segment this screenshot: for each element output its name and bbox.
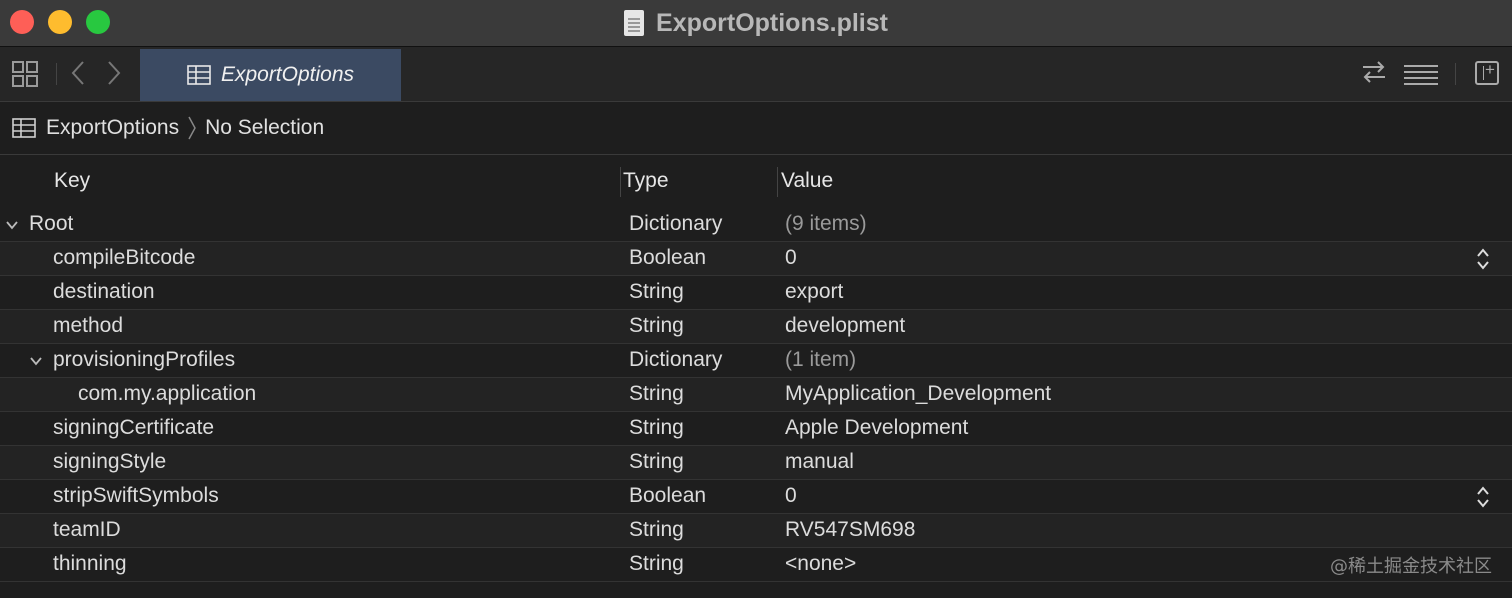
cell-key[interactable]: signingStyle	[53, 450, 166, 474]
cell-type[interactable]: Dictionary	[629, 212, 722, 236]
jump-bar: ExportOptions No Selection	[0, 102, 1512, 155]
table-header: Key Type Value	[0, 155, 1512, 209]
table-row[interactable]: provisioningProfiles Dictionary (1 item)	[0, 344, 1512, 378]
cell-value[interactable]: RV547SM698	[785, 518, 915, 542]
cell-type[interactable]: String	[629, 280, 684, 304]
cell-key[interactable]: destination	[53, 280, 155, 304]
column-divider[interactable]	[620, 167, 621, 197]
cell-key[interactable]: com.my.application	[78, 382, 256, 406]
up-down-stepper-icon[interactable]	[1476, 247, 1490, 271]
cell-type[interactable]: String	[629, 552, 684, 576]
add-editor-icon[interactable]	[1475, 60, 1499, 85]
cell-type[interactable]: Dictionary	[629, 348, 722, 372]
cell-value[interactable]: development	[785, 314, 905, 338]
table-row[interactable]: signingStyle String manual	[0, 446, 1512, 480]
window-title-group: ExportOptions.plist	[0, 0, 1512, 46]
chevron-left-icon[interactable]	[70, 59, 86, 87]
cell-type[interactable]: String	[629, 382, 684, 406]
cell-value[interactable]: manual	[785, 450, 854, 474]
cell-type[interactable]: String	[629, 518, 684, 542]
cell-key[interactable]: signingCertificate	[53, 416, 214, 440]
cell-value[interactable]: (1 item)	[785, 348, 856, 372]
watermark: @稀土掘金技术社区	[1330, 556, 1492, 577]
cell-type[interactable]: String	[629, 416, 684, 440]
cell-type[interactable]: String	[629, 314, 684, 338]
chevron-right-icon	[188, 116, 196, 140]
cell-value[interactable]: MyApplication_Development	[785, 382, 1051, 406]
title-bar: ExportOptions.plist	[0, 0, 1512, 47]
toolbar-divider	[56, 63, 57, 85]
cell-value[interactable]: (9 items)	[785, 212, 867, 236]
table-row[interactable]: stripSwiftSymbols Boolean 0	[0, 480, 1512, 514]
editor-tab-bar: ExportOptions	[0, 47, 1512, 102]
table-row[interactable]: method String development	[0, 310, 1512, 344]
plist-rows: Root Dictionary (9 items) compileBitcode Boo…	[0, 208, 1512, 582]
cell-type[interactable]: Boolean	[629, 246, 706, 270]
cell-value[interactable]: Apple Development	[785, 416, 968, 440]
swap-arrows-icon[interactable]	[1361, 59, 1387, 85]
cell-value[interactable]: <none>	[785, 552, 856, 576]
toolbar-divider	[1455, 63, 1456, 85]
column-header-key[interactable]: Key	[54, 169, 90, 193]
table-row[interactable]: Root Dictionary (9 items)	[0, 208, 1512, 242]
table-row[interactable]: signingCertificate String Apple Developmen…	[0, 412, 1512, 446]
cell-type[interactable]: Boolean	[629, 484, 706, 508]
plist-table-icon	[12, 118, 36, 138]
cell-key[interactable]: compileBitcode	[53, 246, 195, 270]
cell-key[interactable]: provisioningProfiles	[53, 348, 235, 372]
cell-key[interactable]: thinning	[53, 552, 127, 576]
cell-value[interactable]: 0	[785, 246, 797, 270]
document-icon	[624, 10, 645, 36]
cell-key[interactable]: Root	[29, 212, 73, 236]
lines-icon[interactable]	[1404, 64, 1438, 86]
tab-label: ExportOptions	[220, 63, 355, 86]
tab-export-options[interactable]: ExportOptions	[140, 49, 401, 101]
table-row[interactable]: compileBitcode Boolean 0	[0, 242, 1512, 276]
disclosure-chevron-down-icon[interactable]	[5, 218, 19, 232]
disclosure-chevron-down-icon[interactable]	[29, 354, 43, 368]
grid-icon[interactable]	[12, 61, 38, 87]
cell-key[interactable]: method	[53, 314, 123, 338]
column-header-type[interactable]: Type	[623, 169, 669, 193]
table-row[interactable]: destination String export	[0, 276, 1512, 310]
cell-value[interactable]: 0	[785, 484, 797, 508]
cell-key[interactable]: teamID	[53, 518, 121, 542]
window-title: ExportOptions.plist	[656, 8, 888, 37]
cell-type[interactable]: String	[629, 450, 684, 474]
table-row[interactable]: teamID String RV547SM698	[0, 514, 1512, 548]
jumpbar-selection[interactable]: No Selection	[205, 116, 324, 140]
column-divider[interactable]	[777, 167, 778, 197]
up-down-stepper-icon[interactable]	[1476, 485, 1490, 509]
toolbar-right-group	[1312, 47, 1512, 101]
jumpbar-file[interactable]: ExportOptions	[46, 116, 179, 140]
cell-key[interactable]: stripSwiftSymbols	[53, 484, 219, 508]
table-row[interactable]: com.my.application String MyApplication_De…	[0, 378, 1512, 412]
cell-value[interactable]: export	[785, 280, 843, 304]
column-header-value[interactable]: Value	[781, 169, 833, 193]
chevron-right-icon[interactable]	[106, 59, 122, 87]
plist-table-icon	[187, 65, 211, 85]
table-row[interactable]: thinning String <none>	[0, 548, 1512, 582]
